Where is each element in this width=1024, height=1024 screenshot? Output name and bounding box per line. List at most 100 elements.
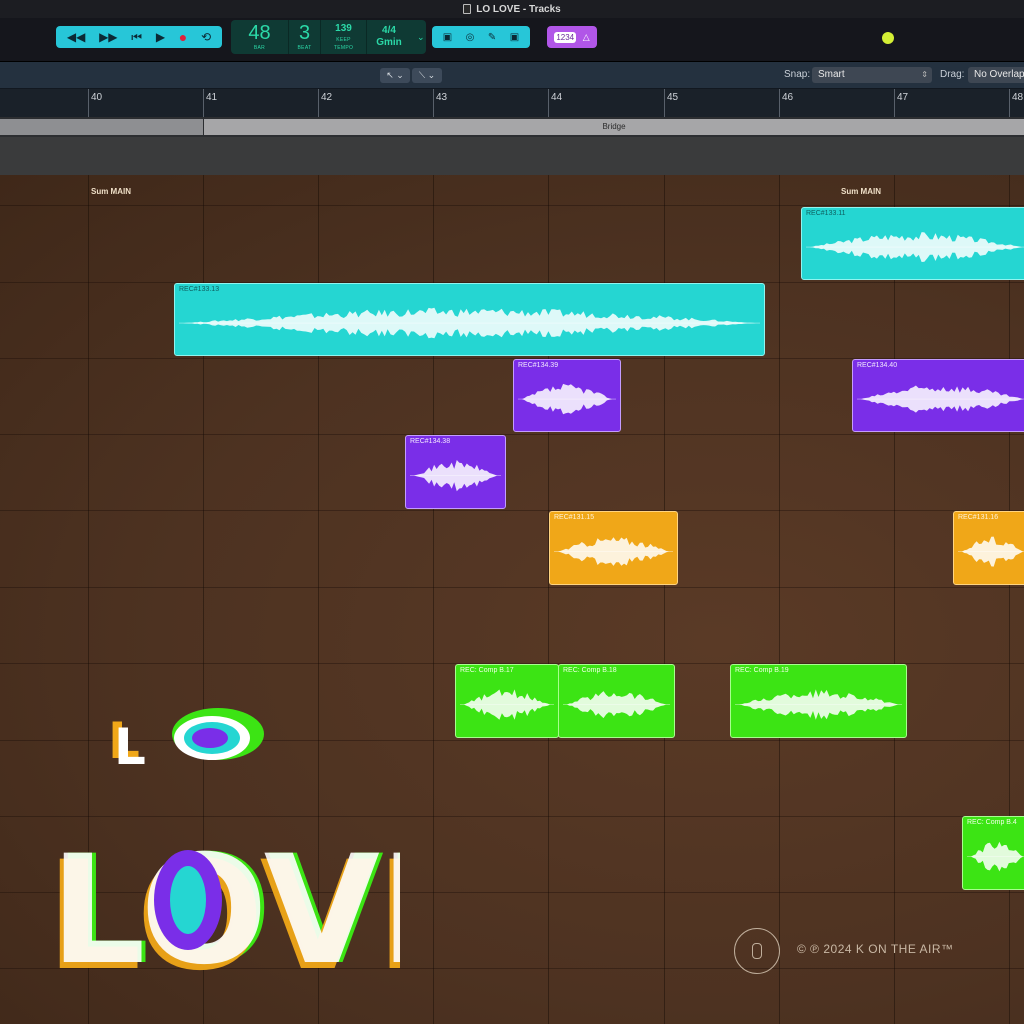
audio-region[interactable]: REC#131.15	[549, 511, 678, 585]
tuner-icon[interactable]: ◎	[466, 32, 475, 43]
cpu-meter-indicator[interactable]	[882, 32, 894, 44]
pencil-tool-icon: ⟍ ⌄	[418, 70, 436, 80]
audio-region[interactable]: REC#134.38	[405, 435, 506, 509]
snap-value: Smart	[818, 69, 845, 80]
title-bar: LO LOVE - Tracks	[0, 0, 1024, 18]
audio-region[interactable]: REC#134.40	[852, 359, 1024, 432]
waveform	[410, 460, 501, 492]
bar-ruler[interactable]: 40 41 42 43 44 45 46 47 48	[0, 89, 1024, 117]
waveform	[518, 383, 616, 415]
waveform-shape	[414, 460, 497, 492]
play-icon[interactable]: ▶	[156, 31, 165, 43]
lane-divider	[0, 510, 1024, 511]
audio-region[interactable]: REC#131.16	[953, 511, 1024, 585]
waveform-shape	[567, 691, 666, 719]
audio-region[interactable]: REC: Comp B.4	[962, 816, 1024, 890]
mode-buttons: ▣ ◎ ✎ ▣	[432, 26, 530, 48]
on-the-air-stamp	[734, 928, 780, 974]
bar-gridline	[1009, 175, 1010, 1024]
lane-divider	[0, 587, 1024, 588]
region-name: REC#131.16	[958, 514, 999, 521]
ruler-tick	[318, 89, 319, 117]
replace-mode-icon[interactable]: ▣	[443, 32, 452, 43]
rewind-icon[interactable]: ◀◀	[67, 31, 85, 43]
ruler-tick	[548, 89, 549, 117]
logo-love-o-cyan	[170, 866, 206, 934]
ruler-tick	[779, 89, 780, 117]
time-signature: 4/4	[382, 25, 396, 36]
beat-value: 3	[298, 22, 311, 44]
count-in-group: 1234 △	[547, 26, 597, 48]
bar-number: 47	[897, 92, 909, 103]
region-name: REC#134.38	[410, 438, 451, 445]
waveform	[563, 691, 670, 719]
key-signature: Gmin	[376, 37, 402, 48]
waveform-shape	[464, 689, 550, 720]
logo-lo-white: L	[114, 718, 146, 776]
bar-gridline	[894, 175, 895, 1024]
arrangement-marker-previous[interactable]	[0, 119, 203, 135]
region-name: REC: Comp B.18	[563, 667, 617, 674]
waveform-shape	[971, 841, 1023, 872]
lane-divider	[0, 434, 1024, 435]
cycle-icon[interactable]: ⟲	[201, 31, 211, 43]
waveform	[460, 689, 554, 720]
snap-select[interactable]: Smart ⇕	[812, 67, 932, 83]
waveform-shape	[861, 385, 1023, 413]
drag-label: Drag:	[940, 69, 965, 80]
region-name: REC#133.11	[806, 210, 846, 217]
audio-region[interactable]: REC: Comp B.17	[455, 664, 559, 738]
waveform-shape	[810, 232, 1022, 262]
bar-number: 45	[667, 92, 679, 103]
waveform	[958, 536, 1024, 567]
arrangement-marker-bridge[interactable]: Bridge	[204, 119, 1024, 135]
bar-number: 48	[1012, 92, 1024, 103]
region-name: REC#134.40	[857, 362, 898, 369]
beat-label: BEAT	[297, 45, 312, 51]
tempo-value: 139	[335, 23, 352, 34]
ruler-tick	[203, 89, 204, 117]
region-name: REC#131.15	[554, 514, 595, 521]
bar-number: 40	[91, 92, 103, 103]
solo-icon[interactable]: ▣	[510, 32, 519, 43]
lane-divider	[0, 205, 1024, 206]
global-track-lane	[0, 137, 1024, 175]
secondary-tool-menu[interactable]: ⟍ ⌄	[412, 68, 442, 83]
copyright-text: © ℗ 2024 K ON THE AIR™	[797, 942, 954, 956]
tracks-toolbar: ↖ ⌄ ⟍ ⌄ Snap: Smart ⇕ Drag: No Overlap	[0, 62, 1024, 89]
go-to-start-icon[interactable]: ⏮	[131, 31, 142, 43]
pointer-tool-menu[interactable]: ↖ ⌄	[380, 68, 410, 83]
waveform-shape	[522, 383, 612, 415]
lo-love-logo: L L LOVE LOVE LOVE	[46, 708, 400, 990]
bar-number: 43	[436, 92, 448, 103]
audio-region[interactable]: REC: Comp B.19	[730, 664, 907, 738]
audio-region[interactable]: REC#134.39	[513, 359, 621, 432]
drag-select[interactable]: No Overlap	[968, 67, 1024, 83]
ruler-tick	[433, 89, 434, 117]
lcd-menu-chevron-icon[interactable]: ⌄	[417, 32, 425, 43]
audio-region[interactable]: REC: Comp B.18	[558, 664, 675, 738]
bar-number: 42	[321, 92, 333, 103]
lcd-display[interactable]: 48 BAR 3 BEAT 139 KEEP TEMPO 4/4 Gmin ⌄	[231, 20, 426, 54]
audio-region[interactable]: REC#133.11	[801, 207, 1024, 280]
bar-number: 41	[206, 92, 218, 103]
waveform	[735, 689, 902, 720]
waveform	[554, 537, 673, 566]
audio-region[interactable]: REC#133.13	[174, 283, 765, 356]
transport-controls: ◀◀ ▶▶ ⏮ ▶ ● ⟲	[56, 26, 222, 48]
ruler-tick	[664, 89, 665, 117]
window-title: LO LOVE - Tracks	[476, 3, 561, 15]
fast-forward-icon[interactable]: ▶▶	[99, 31, 117, 43]
microphone-icon	[752, 943, 762, 959]
record-icon[interactable]: ●	[179, 30, 187, 44]
metronome-icon[interactable]: △	[583, 32, 590, 43]
count-in-button[interactable]: 1234	[554, 31, 577, 43]
waveform	[857, 385, 1024, 413]
region-name: REC: Comp B.4	[967, 819, 1017, 826]
waveform	[806, 232, 1024, 262]
pencil-icon[interactable]: ✎	[488, 32, 496, 43]
ruler-tick	[1009, 89, 1010, 117]
region-name: REC: Comp B.19	[735, 667, 789, 674]
lcd-signature: 4/4 Gmin	[367, 20, 411, 54]
logo-o-purple	[192, 728, 228, 748]
